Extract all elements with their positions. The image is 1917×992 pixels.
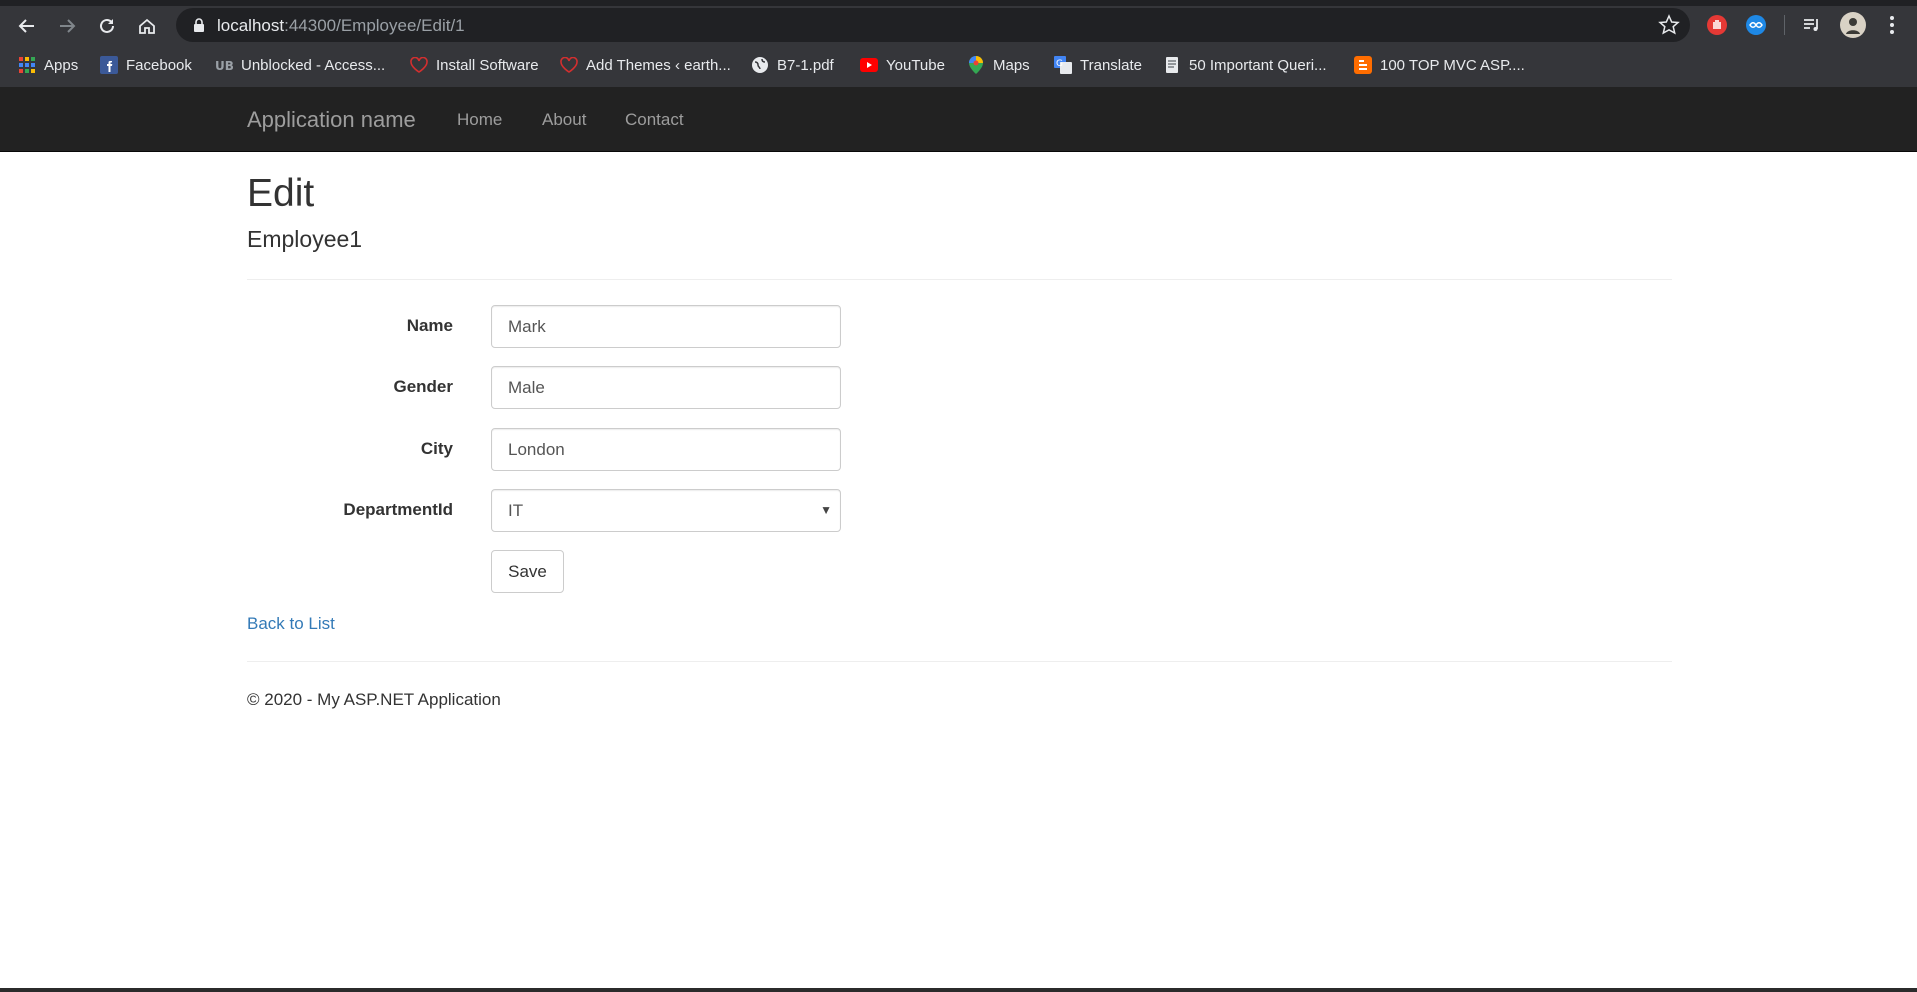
profile-avatar[interactable] [1838,10,1868,40]
bookmark-label: Install Software [436,56,539,74]
caret-down-icon: ▼ [820,503,832,517]
back-to-list-link[interactable]: Back to List [247,614,335,634]
departmentid-label: DepartmentId [343,500,453,519]
bookmark-maps[interactable]: Maps [967,54,1030,76]
bookmark-label: B7-1.pdf [777,56,834,74]
navbar-brand[interactable]: Application name [247,107,416,133]
nav-link-home[interactable]: Home [457,110,502,130]
doc-icon [1163,56,1181,74]
nav-link-contact[interactable]: Contact [625,110,684,130]
gender-label: Gender [393,377,453,396]
apps-grid-icon [18,56,36,74]
bookmark-label: Facebook [126,56,192,74]
form-group-gender: Gender Male [247,366,1672,409]
globe-icon [751,56,769,74]
translate-icon: G [1054,56,1072,74]
departmentid-select[interactable]: IT ▼ [491,489,841,532]
address-bar[interactable]: localhost:44300/Employee/Edit/1 [176,8,1690,42]
form-group-city: City London [247,428,1672,471]
gender-input[interactable]: Male [491,366,841,409]
media-control-button[interactable] [1797,10,1827,40]
bookmark-label: 100 TOP MVC ASP.... [1380,56,1525,74]
forward-button[interactable] [51,10,83,42]
lock-icon [194,18,204,32]
heart-icon [410,56,428,74]
departmentid-selected-value: IT [508,501,524,520]
infinity-icon [1746,15,1766,35]
bookmark-install-software[interactable]: Install Software [410,54,539,76]
bookmark-label: Unblocked - Access... [241,56,386,74]
svg-text:G: G [1056,59,1063,69]
city-label: City [420,439,453,458]
url-host: localhost [217,16,285,35]
bookmark-star-icon[interactable] [1658,14,1680,36]
bookmark-b7-pdf[interactable]: B7-1.pdf [751,54,834,76]
bookmark-50-queries[interactable]: 50 Important Queri... [1163,54,1327,76]
browser-menu-button[interactable] [1877,10,1907,40]
home-icon [139,18,155,34]
infinity-extension[interactable] [1741,10,1771,40]
arrow-left-icon [18,19,34,33]
blogger-icon [1354,56,1372,74]
svg-text:UB: UB [215,59,233,72]
name-input[interactable]: Mark [491,305,841,348]
bookmark-apps[interactable]: Apps [18,54,78,76]
toolbar-separator [1784,15,1785,35]
playlist-icon [1804,19,1818,31]
avatar-icon [1840,12,1866,38]
nav-link-about[interactable]: About [542,110,586,130]
hand-stop-icon [1707,15,1727,35]
kebab-menu-icon [1890,16,1894,34]
site-navbar: Application name Home About Contact [0,87,1917,152]
form-group-actions: Save [247,550,1672,593]
bookmark-unblocked[interactable]: UB Unblocked - Access... [215,54,385,76]
url-path: :44300/Employee/Edit/1 [284,16,465,35]
bookmark-translate[interactable]: G Translate [1054,54,1142,76]
bookmark-label: Apps [44,56,79,74]
bookmark-label: YouTube [886,56,945,74]
arrow-right-icon [60,19,76,33]
tab-strip [0,0,1917,6]
page-title: Edit [247,172,315,215]
adblock-extension[interactable] [1702,10,1732,40]
browser-chrome: localhost:44300/Employee/Edit/1 Apps Fac… [0,0,1917,87]
reload-icon [100,18,114,33]
maps-pin-icon [967,56,985,74]
footer-divider [247,661,1672,662]
url-text: localhost:44300/Employee/Edit/1 [217,16,465,36]
heart-icon [560,56,578,74]
taskbar-edge [0,988,1917,992]
bookmark-100-top-mvc[interactable]: 100 TOP MVC ASP.... [1354,54,1525,76]
name-label: Name [406,316,453,335]
form-group-name: Name Mark [247,305,1672,348]
divider [247,279,1672,280]
bookmark-label: Translate [1080,56,1142,74]
facebook-icon [100,56,118,74]
bookmarks-bar: Apps Facebook UB Unblocked - Access... I… [0,50,1917,80]
bookmark-youtube[interactable]: YouTube [860,54,945,76]
city-input[interactable]: London [491,428,841,471]
back-button[interactable] [11,10,43,42]
home-button[interactable] [131,10,163,42]
save-button[interactable]: Save [491,550,564,593]
page-subtitle: Employee1 [247,226,363,252]
bookmark-label: Add Themes ‹ earth... [586,56,731,74]
youtube-icon [860,56,878,74]
bookmark-label: Maps [993,56,1030,74]
bookmark-label: 50 Important Queri... [1189,56,1327,74]
footer-copyright: © 2020 - My ASP.NET Application [247,690,501,709]
form-group-department: DepartmentId IT ▼ [247,489,1672,532]
bookmark-facebook[interactable]: Facebook [100,54,192,76]
bookmark-add-themes[interactable]: Add Themes ‹ earth... [560,54,731,76]
reload-button[interactable] [91,10,123,42]
ub-icon: UB [215,56,233,74]
